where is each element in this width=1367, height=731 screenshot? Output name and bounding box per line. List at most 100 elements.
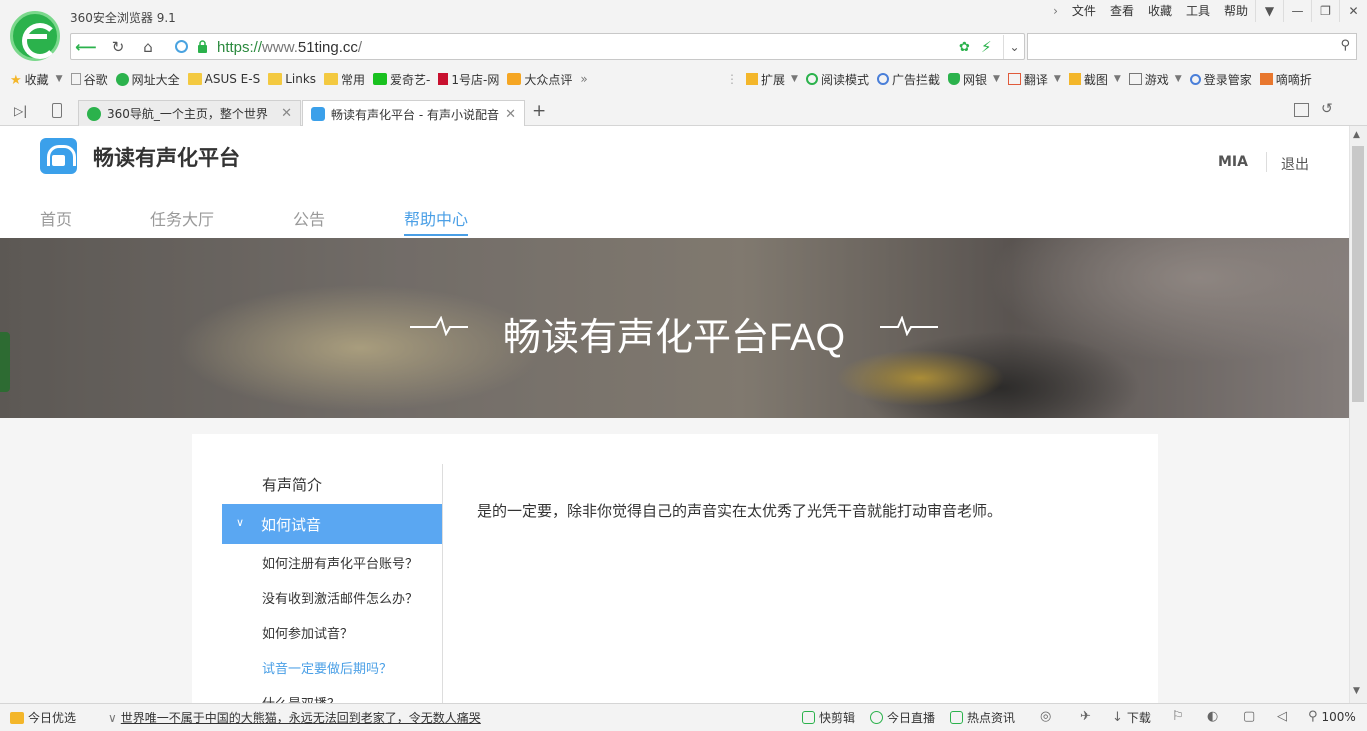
- browser-mode-icon[interactable]: ◐: [1207, 709, 1218, 724]
- vertical-scrollbar[interactable]: ▲ ▼: [1349, 126, 1367, 703]
- page-viewport: 畅读有声化平台 MIA 退出 首页 任务大厅 公告 帮助中心 畅读有声化平台FA…: [0, 126, 1349, 703]
- nav-home[interactable]: 首页: [40, 206, 72, 230]
- bookmark-links[interactable]: Links: [264, 72, 320, 86]
- address-bar[interactable]: ⟵ ↻ ⌂ https://www.51ting.cc/ ✿ ⚡ ⌄: [70, 33, 1025, 60]
- headphones-book-icon[interactable]: [40, 138, 77, 174]
- extension-icon: [746, 73, 758, 85]
- faq-item-dual-broadcast[interactable]: 什么是双播？: [262, 693, 340, 703]
- maximize-button[interactable]: ❐: [1311, 0, 1339, 22]
- nav-help-center[interactable]: 帮助中心: [404, 206, 468, 230]
- tool-read-mode[interactable]: 阅读模式: [802, 71, 873, 88]
- section-audition[interactable]: ∨ 如何试音: [222, 504, 442, 544]
- scroll-down-icon[interactable]: ▼: [1353, 686, 1360, 696]
- new-tab-button[interactable]: +: [532, 101, 546, 121]
- window-controls: ▼ — ❐ ✕: [1255, 0, 1367, 22]
- speed-mode-icon[interactable]: ⚡: [981, 38, 992, 56]
- home-button[interactable]: ⌂: [135, 36, 161, 58]
- close-window-button[interactable]: ✕: [1339, 0, 1367, 22]
- bookmark-google[interactable]: 谷歌: [67, 71, 112, 88]
- gift-icon: [10, 711, 24, 724]
- today-picks[interactable]: 今日优选: [10, 709, 76, 726]
- translate-icon: [1007, 73, 1021, 85]
- bookmark-dianping[interactable]: 大众点评: [503, 71, 576, 88]
- site-title[interactable]: 畅读有声化平台: [93, 142, 240, 172]
- security-check-icon[interactable]: ✿: [959, 40, 970, 55]
- menu-tools[interactable]: 工具: [1179, 3, 1217, 19]
- refresh-button[interactable]: ↻: [105, 36, 131, 58]
- tool-game[interactable]: 游戏 ▼: [1125, 71, 1186, 88]
- search-icon[interactable]: ⚲: [1340, 38, 1350, 53]
- ie-mode-icon[interactable]: ◎: [1040, 709, 1051, 724]
- scroll-up-icon[interactable]: ▲: [1353, 130, 1360, 140]
- status-live[interactable]: 今日直播: [870, 709, 935, 726]
- block-icon: [876, 73, 889, 85]
- star-icon: ★: [10, 73, 22, 88]
- address-dropdown-icon[interactable]: ⌄: [1003, 35, 1025, 59]
- status-bar: 今日优选 ∨ 世界唯一不属于中国的大熊猫，永远无法回到老家了，令无数人痛哭 快剪…: [0, 703, 1367, 731]
- faq-item-register[interactable]: 如何注册有声化平台账号？: [262, 553, 418, 572]
- sidebar-divider: [442, 464, 443, 703]
- back-button[interactable]: ⟵: [73, 36, 99, 58]
- scrollbar-thumb[interactable]: [1352, 146, 1364, 402]
- volume-icon[interactable]: ◁: [1277, 709, 1287, 724]
- faq-item-join-audition[interactable]: 如何参加试音？: [262, 623, 353, 642]
- sidebar-toggle-icon[interactable]: ▷|: [14, 104, 27, 118]
- tool-discount[interactable]: 嘀嘀折: [1256, 71, 1316, 88]
- yhd-icon: [438, 73, 449, 85]
- menu-view[interactable]: 查看: [1103, 3, 1141, 19]
- tab-360-nav[interactable]: 360导航_一个主页，整个世界 ✕: [78, 100, 301, 126]
- status-download[interactable]: ↓ 下载: [1112, 709, 1151, 726]
- faq-item-activation[interactable]: 没有收到激活邮件怎么办？: [262, 588, 418, 607]
- mobile-icon[interactable]: [52, 103, 62, 118]
- tool-bank[interactable]: 网银 ▼: [944, 71, 1004, 88]
- chevron-down-icon: ∨: [236, 516, 245, 529]
- bookmark-common[interactable]: 常用: [320, 71, 369, 88]
- bookmark-iqiyi[interactable]: 爱奇艺-: [369, 71, 434, 88]
- menu-file[interactable]: 文件: [1065, 3, 1103, 19]
- more-bookmarks-icon[interactable]: »: [576, 72, 591, 86]
- minimize-button[interactable]: —: [1283, 0, 1311, 22]
- menu-favorites[interactable]: 收藏: [1141, 3, 1179, 19]
- header-divider: [1266, 152, 1267, 172]
- tool-screenshot[interactable]: 截图 ▼: [1065, 71, 1125, 88]
- window-icon[interactable]: ▢: [1243, 709, 1255, 724]
- section-intro[interactable]: 有声简介: [222, 464, 442, 504]
- nav-active-indicator: [404, 234, 468, 236]
- screenshot-icon: [1068, 73, 1081, 85]
- status-quick-edit[interactable]: 快剪辑: [802, 709, 855, 726]
- tab-changdu[interactable]: 畅读有声化平台 - 有声小说配音 ✕: [302, 100, 525, 127]
- folder-icon: [324, 73, 339, 85]
- side-widget-handle[interactable]: [0, 332, 10, 392]
- address-row: ⟵ ↻ ⌂ https://www.51ting.cc/ ✿ ⚡ ⌄ ⚲: [70, 33, 1357, 60]
- nav-announcements[interactable]: 公告: [293, 206, 325, 230]
- bookmark-yhd[interactable]: 1号店-网: [434, 71, 503, 88]
- menu-help[interactable]: 帮助: [1217, 3, 1255, 19]
- flag-icon[interactable]: ⚐: [1172, 709, 1184, 724]
- game-icon: [1128, 73, 1142, 85]
- bookmark-favorites[interactable]: ★ 收藏 ▼: [0, 71, 67, 89]
- logout-link[interactable]: 退出: [1281, 154, 1309, 174]
- faq-item-post-production[interactable]: 试音一定要做后期吗？: [262, 658, 392, 677]
- chevron-down-icon: ∨: [108, 710, 117, 725]
- search-input[interactable]: ⚲: [1027, 33, 1357, 60]
- pin-icon[interactable]: ✈: [1080, 709, 1091, 724]
- nav-task-hall[interactable]: 任务大厅: [150, 206, 214, 230]
- tool-translate[interactable]: 翻译 ▼: [1004, 71, 1065, 88]
- tool-adblock[interactable]: 广告拦截: [873, 71, 944, 88]
- status-hot-news[interactable]: 热点资讯: [950, 709, 1015, 726]
- zoom-icon: ⚲: [1308, 709, 1318, 724]
- zoom-control[interactable]: ⚲ 100%: [1308, 709, 1356, 724]
- username[interactable]: MIA: [1218, 154, 1248, 170]
- tool-extension[interactable]: 扩展 ▼: [742, 71, 802, 88]
- skin-icon[interactable]: ▼: [1255, 0, 1283, 22]
- tab-list-icon[interactable]: [1294, 103, 1309, 117]
- close-icon[interactable]: ✕: [281, 106, 292, 121]
- chevron-right-icon[interactable]: ›: [1046, 3, 1065, 19]
- restore-tab-icon[interactable]: ↺: [1321, 101, 1333, 117]
- bookmark-asus[interactable]: ASUS E-S: [184, 72, 265, 86]
- bookmark-hao360[interactable]: 网址大全: [112, 71, 184, 88]
- news-ticker[interactable]: ∨ 世界唯一不属于中国的大熊猫，永远无法回到老家了，令无数人痛哭: [108, 709, 481, 726]
- tool-login-manager[interactable]: 登录管家: [1186, 71, 1256, 88]
- site-header: 畅读有声化平台 MIA 退出 首页 任务大厅 公告 帮助中心: [0, 126, 1349, 238]
- close-icon[interactable]: ✕: [505, 107, 516, 122]
